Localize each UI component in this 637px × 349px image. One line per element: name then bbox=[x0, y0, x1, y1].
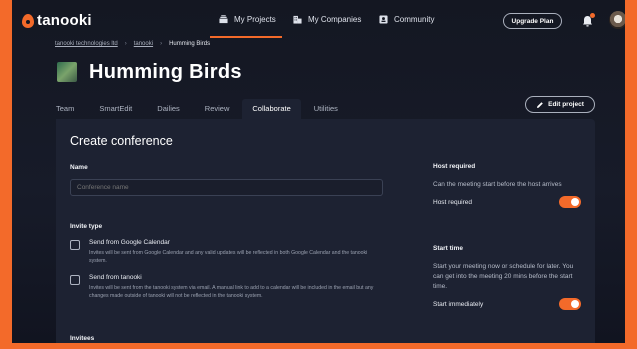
breadcrumb-team[interactable]: tanooki bbox=[134, 41, 153, 47]
google-calendar-checkbox[interactable] bbox=[70, 240, 80, 250]
invite-type-label: Invite type bbox=[70, 223, 103, 230]
active-nav-indicator bbox=[210, 36, 282, 38]
start-immediately-toggle[interactable] bbox=[559, 298, 581, 310]
nav-label: Community bbox=[394, 15, 435, 24]
chevron-right-icon: › bbox=[160, 41, 163, 47]
app-window: tanooki My Projects My Companies Communi… bbox=[12, 0, 625, 343]
tab-dailies[interactable]: Dailies bbox=[157, 99, 180, 119]
edit-project-button[interactable]: Edit project bbox=[525, 96, 595, 113]
form-heading: Create conference bbox=[70, 134, 173, 148]
option-title: Send from tanooki bbox=[89, 274, 142, 281]
option-description: Invites will be sent from the tanooki sy… bbox=[89, 285, 374, 299]
top-navigation: tanooki My Projects My Companies Communi… bbox=[12, 0, 625, 40]
project-thumbnail bbox=[57, 62, 77, 82]
notification-badge bbox=[590, 13, 595, 18]
nav-community[interactable]: Community bbox=[379, 15, 434, 24]
tab-collaborate[interactable]: Collaborate bbox=[242, 99, 301, 119]
host-required-toggle-label: Host required bbox=[433, 199, 473, 206]
tab-smartedit[interactable]: SmartEdit bbox=[99, 99, 132, 119]
name-label: Name bbox=[70, 164, 88, 171]
bottom-border bbox=[0, 343, 637, 349]
community-icon bbox=[379, 15, 388, 24]
nav-label: My Projects bbox=[234, 15, 276, 24]
project-tabs: Team SmartEdit Dailies Review Collaborat… bbox=[56, 99, 363, 119]
start-immediately-toggle-label: Start immediately bbox=[433, 301, 484, 308]
tab-team[interactable]: Team bbox=[56, 99, 74, 119]
tab-utilities[interactable]: Utilities bbox=[314, 99, 338, 119]
conference-form-card: Create conference Name Invite type Send … bbox=[56, 119, 595, 343]
tanooki-checkbox[interactable] bbox=[70, 275, 80, 285]
page-title: Humming Birds bbox=[89, 61, 242, 83]
nav-my-companies[interactable]: My Companies bbox=[293, 15, 361, 24]
building-icon bbox=[293, 15, 302, 24]
edit-project-label: Edit project bbox=[548, 101, 584, 108]
user-avatar[interactable] bbox=[609, 11, 625, 29]
nav-my-projects[interactable]: My Projects bbox=[219, 15, 276, 24]
logo-text: tanooki bbox=[37, 12, 92, 29]
right-border bbox=[625, 0, 637, 349]
nav-label: My Companies bbox=[308, 15, 362, 24]
host-required-description: Can the meeting start before the host ar… bbox=[433, 181, 562, 188]
logo[interactable]: tanooki bbox=[22, 12, 92, 29]
start-time-description: Start your meeting now or schedule for l… bbox=[433, 263, 574, 290]
projects-icon bbox=[219, 15, 228, 24]
invitees-label: Invitees bbox=[70, 335, 95, 342]
breadcrumb: tanooki technologies ltd › tanooki › Hum… bbox=[55, 41, 210, 47]
host-required-heading: Host required bbox=[433, 163, 476, 170]
conference-name-input[interactable] bbox=[70, 179, 383, 196]
chevron-right-icon: › bbox=[124, 41, 127, 47]
left-border bbox=[0, 0, 12, 349]
host-required-toggle[interactable] bbox=[559, 196, 581, 208]
breadcrumb-company[interactable]: tanooki technologies ltd bbox=[55, 41, 118, 47]
upgrade-plan-button[interactable]: Upgrade Plan bbox=[503, 13, 562, 29]
pencil-icon bbox=[537, 101, 543, 108]
breadcrumb-current: Humming Birds bbox=[169, 41, 211, 47]
start-time-heading: Start time bbox=[433, 245, 463, 252]
option-title: Send from Google Calendar bbox=[89, 239, 170, 246]
tanooki-logo-icon bbox=[22, 13, 34, 28]
option-description: Invites will be sent from Google Calenda… bbox=[89, 250, 368, 264]
tab-review[interactable]: Review bbox=[205, 99, 230, 119]
